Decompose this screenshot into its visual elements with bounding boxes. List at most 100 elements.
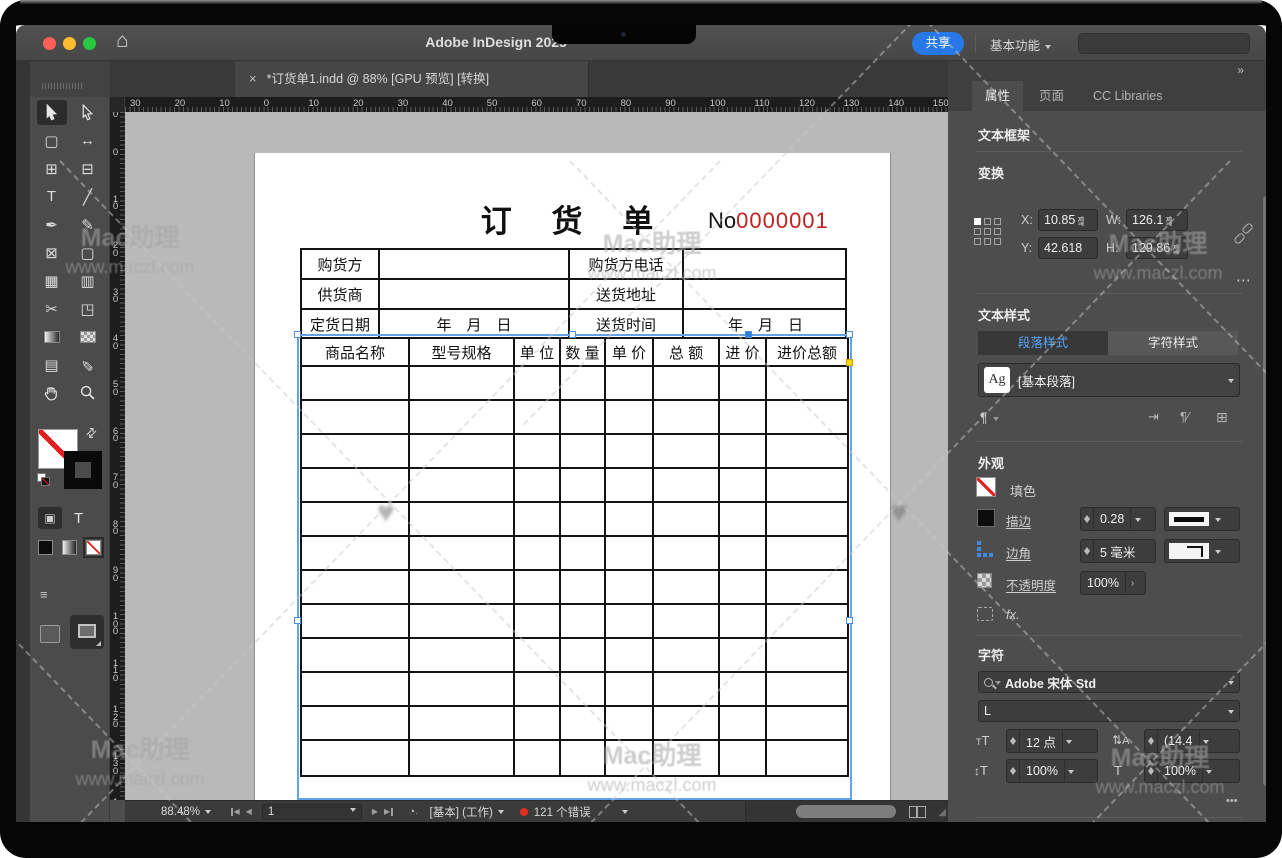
document-tab[interactable]: ×*订货单1.indd @ 88% [GPU 预览] [转换] (235, 61, 589, 97)
order-table-cell[interactable] (410, 571, 515, 605)
rectangle-tool[interactable]: ▢ (73, 240, 103, 265)
first-page-button[interactable]: ◀ (231, 807, 240, 816)
order-table-cell[interactable] (561, 537, 606, 571)
status-menu[interactable] (617, 808, 628, 815)
selection-handle[interactable] (569, 331, 576, 338)
order-table-cell[interactable] (767, 605, 847, 639)
apply-next-style-icon[interactable]: ⇥ (1148, 409, 1159, 425)
selection-handle[interactable] (294, 617, 301, 624)
order-table-cell[interactable] (654, 469, 720, 503)
stroke-style-dropdown[interactable] (1164, 507, 1240, 531)
order-table-cell[interactable] (606, 401, 654, 435)
order-table-cell[interactable] (654, 435, 720, 469)
order-table-cell[interactable] (302, 537, 410, 571)
order-table-cell[interactable] (654, 639, 720, 673)
fill-color-swatch[interactable] (976, 477, 996, 497)
page-tool[interactable]: ▢ (37, 128, 67, 153)
order-table-cell[interactable] (515, 605, 561, 639)
order-table-cell[interactable] (410, 367, 515, 401)
order-table-cell[interactable] (561, 469, 606, 503)
order-table-cell[interactable] (654, 571, 720, 605)
order-table-cell[interactable] (606, 537, 654, 571)
order-table-cell[interactable] (302, 639, 410, 673)
y-field[interactable]: 42.618 (1038, 237, 1098, 259)
order-table-cell[interactable] (561, 435, 606, 469)
order-table-cell[interactable] (410, 741, 515, 775)
order-table-cell[interactable] (515, 707, 561, 741)
apply-gradient-button[interactable] (62, 540, 77, 555)
order-table-cell[interactable] (515, 673, 561, 707)
order-table-cell[interactable] (561, 707, 606, 741)
order-table-cell[interactable] (720, 401, 767, 435)
order-table-cell[interactable] (720, 571, 767, 605)
panel-tab-页面[interactable]: 页面 (1026, 81, 1077, 111)
pen-tool[interactable]: ✒ (37, 212, 67, 237)
order-table-cell[interactable] (720, 435, 767, 469)
order-table-cell[interactable] (561, 639, 606, 673)
gradient-swatch-tool[interactable] (37, 324, 67, 349)
x-field[interactable]: 10.85毫 (1038, 209, 1098, 231)
order-table-cell[interactable] (720, 605, 767, 639)
font-family-dropdown[interactable]: Adobe 宋体 Std (978, 671, 1240, 693)
fx-icon[interactable]: fx. (1006, 607, 1020, 622)
reference-point-grid[interactable] (974, 218, 1001, 245)
search-input[interactable] (1078, 33, 1250, 54)
order-table-cell[interactable] (302, 401, 410, 435)
order-table-cell[interactable] (720, 537, 767, 571)
ruler-horizontal[interactable]: 3020100102030405060708090100110120130140… (125, 97, 948, 112)
order-table-cell[interactable] (720, 367, 767, 401)
toolbar-grip[interactable] (42, 83, 82, 89)
chevron-down-icon[interactable] (1199, 730, 1213, 752)
font-size-stepper[interactable]: 12 点 (1006, 729, 1098, 753)
order-table-cell[interactable] (410, 401, 515, 435)
ruler-vertical[interactable]: 100102030405060708090100110120130140 (110, 112, 125, 800)
order-table-cell[interactable] (561, 503, 606, 537)
content-collector-tool[interactable]: ⊞ (37, 156, 67, 181)
new-style-icon[interactable]: ⊞ (1216, 409, 1228, 426)
order-table-cell[interactable] (606, 435, 654, 469)
gap-tool[interactable]: ↔ (73, 128, 103, 153)
order-table-cell[interactable] (654, 707, 720, 741)
order-table-cell[interactable] (515, 435, 561, 469)
selection-handle[interactable] (846, 617, 853, 624)
order-table-cell[interactable] (767, 503, 847, 537)
line-tool[interactable]: ╱ (73, 184, 103, 209)
paragraph-style-dropdown[interactable]: Ag [基本段落] (978, 363, 1240, 397)
scissors-tool[interactable]: ✂ (37, 296, 67, 321)
order-table-cell[interactable] (561, 367, 606, 401)
order-table-cell[interactable] (302, 741, 410, 775)
order-table-cell[interactable] (606, 605, 654, 639)
order-table-cell[interactable] (561, 401, 606, 435)
selection-handle-corner-edit[interactable] (846, 359, 853, 366)
order-table-cell[interactable] (606, 741, 654, 775)
order-table-cell[interactable] (606, 469, 654, 503)
chevron-down-icon[interactable] (1202, 760, 1216, 782)
constrain-proportions-icon[interactable] (1236, 223, 1252, 245)
resize-grip-icon[interactable]: ◢ (938, 807, 946, 818)
order-table-cell[interactable] (410, 673, 515, 707)
order-table-cell[interactable] (654, 605, 720, 639)
order-table-cell[interactable] (515, 503, 561, 537)
tab-paragraph-styles[interactable]: 段落样式 (978, 331, 1108, 355)
collapse-panels-icon[interactable]: » (1237, 63, 1244, 77)
order-table-cell[interactable] (767, 571, 847, 605)
last-page-button[interactable]: ▶ (384, 807, 393, 816)
order-table-cell[interactable] (410, 435, 515, 469)
order-table-cell[interactable] (606, 571, 654, 605)
order-table-cell[interactable] (767, 741, 847, 775)
close-tab-icon[interactable]: × (249, 71, 257, 86)
opacity-control[interactable]: 100%› (1080, 571, 1146, 595)
order-table-cell[interactable] (410, 469, 515, 503)
order-table-cell[interactable] (515, 741, 561, 775)
preflight-icon[interactable]: ◔. (409, 806, 418, 818)
tab-character-styles[interactable]: 字符样式 (1108, 331, 1238, 355)
order-table-cell[interactable] (302, 605, 410, 639)
more-options-icon[interactable]: ••• (1226, 795, 1238, 807)
frame-effects-icon[interactable] (977, 607, 993, 621)
order-table-cell[interactable] (767, 639, 847, 673)
order-table-cell[interactable] (767, 537, 847, 571)
eyedropper-tool[interactable]: ✎ (73, 352, 103, 377)
note-tool[interactable]: ▤ (37, 352, 67, 377)
order-table-cell[interactable] (767, 673, 847, 707)
order-table-cell[interactable] (515, 401, 561, 435)
